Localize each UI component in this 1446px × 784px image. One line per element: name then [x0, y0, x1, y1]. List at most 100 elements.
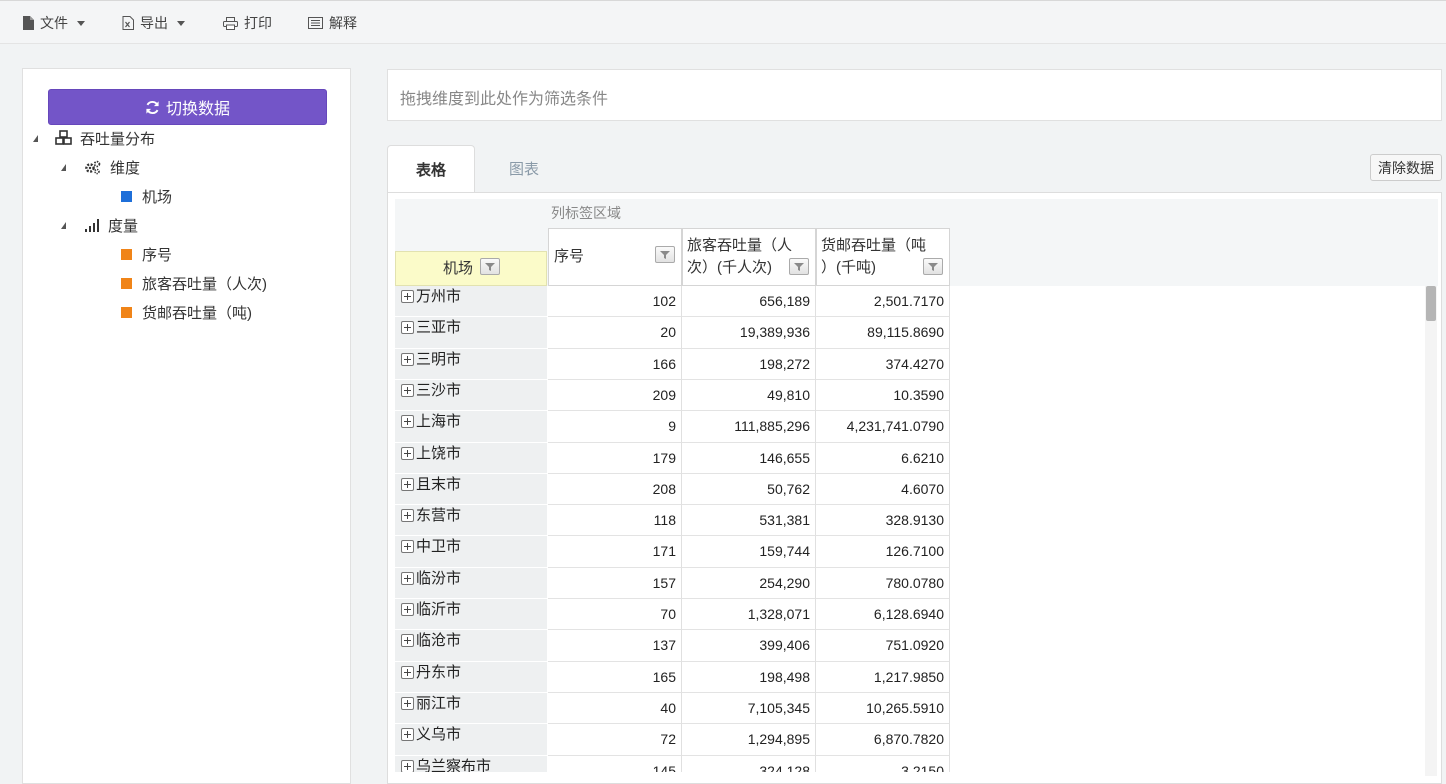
table-cell: 6,870.7820	[816, 724, 950, 756]
filter-icon[interactable]	[789, 258, 809, 275]
table-row-header[interactable]: 三沙市	[395, 380, 547, 411]
table-cell: 50,762	[682, 474, 816, 505]
filter-drop-zone[interactable]: 拖拽维度到此处作为筛选条件	[387, 69, 1442, 121]
expand-plus-icon[interactable]	[401, 572, 414, 585]
expand-plus-icon[interactable]	[401, 290, 414, 303]
table-cell: 1,328,071	[682, 599, 816, 630]
filter-icon[interactable]	[655, 246, 675, 263]
tree-root[interactable]: 吞吐量分布	[33, 127, 155, 149]
dimension-group[interactable]: 维度	[61, 156, 140, 178]
refresh-icon	[146, 100, 159, 114]
table-cell: 6.6210	[816, 443, 950, 474]
column-header-label-2: ）(千吨)	[821, 259, 876, 276]
signal-bars-icon	[85, 219, 99, 232]
row-label: 丽江市	[416, 695, 462, 712]
tab-chart[interactable]: 图表	[480, 145, 568, 192]
table-row-header[interactable]: 丽江市	[395, 693, 547, 724]
clear-data-button[interactable]: 清除数据	[1370, 154, 1442, 181]
measure-group[interactable]: 度量	[61, 214, 138, 236]
top-toolbar: 文件 导出 打印 解释	[0, 0, 1446, 44]
collapse-triangle-icon[interactable]	[61, 163, 66, 171]
table-cell: 656,189	[682, 286, 816, 317]
table-cell: 10,265.5910	[816, 693, 950, 724]
table-cell: 89,115.8690	[816, 317, 950, 349]
expand-plus-icon[interactable]	[401, 666, 414, 679]
dimension-item-label: 机场	[142, 188, 173, 206]
table-row-header[interactable]: 丹东市	[395, 662, 547, 693]
export-menu[interactable]: 导出	[122, 13, 185, 33]
row-label: 三沙市	[416, 382, 462, 399]
table-row-header[interactable]: 东营市	[395, 505, 547, 536]
expand-plus-icon[interactable]	[401, 760, 414, 772]
expand-plus-icon[interactable]	[401, 353, 414, 366]
expand-plus-icon[interactable]	[401, 384, 414, 397]
row-label: 中卫市	[416, 538, 462, 555]
switch-data-button[interactable]: 切换数据	[48, 89, 327, 125]
measure-item[interactable]: 序号	[121, 243, 172, 265]
table-cell: 2,501.7170	[816, 286, 950, 317]
expand-plus-icon[interactable]	[401, 415, 414, 428]
table-cell: 6,128.6940	[816, 599, 950, 630]
collapse-triangle-icon[interactable]	[33, 134, 38, 142]
table-cell: 146,655	[682, 443, 816, 474]
table-row-header[interactable]: 且末市	[395, 474, 547, 505]
table-cell: 208	[548, 474, 682, 505]
explain-button[interactable]: 解释	[308, 13, 357, 33]
export-menu-label: 导出	[140, 15, 168, 31]
table-row-header[interactable]: 三亚市	[395, 317, 547, 349]
table-cell: 137	[548, 630, 682, 662]
expand-plus-icon[interactable]	[401, 697, 414, 710]
row-header-airport[interactable]: 机场	[395, 251, 547, 286]
table-row-header[interactable]: 临沧市	[395, 630, 547, 662]
expand-plus-icon[interactable]	[401, 321, 414, 334]
table-cell: 19,389,936	[682, 317, 816, 349]
table-cell: 145	[548, 756, 682, 772]
table-row-header[interactable]: 乌兰察布市	[395, 756, 547, 772]
table-cell: 179	[548, 443, 682, 474]
measure-item-label: 货邮吞吐量（吨)	[142, 304, 252, 322]
table-row-header[interactable]: 上饶市	[395, 443, 547, 474]
chevron-down-icon	[77, 20, 85, 26]
vertical-scrollbar[interactable]	[1425, 286, 1437, 776]
filter-icon[interactable]	[480, 258, 500, 275]
row-label: 上饶市	[416, 445, 462, 462]
column-header[interactable]: 序号	[548, 228, 682, 286]
scrollbar-thumb[interactable]	[1426, 286, 1436, 321]
table-row-header[interactable]: 义乌市	[395, 724, 547, 756]
table-cell: 102	[548, 286, 682, 317]
table-row-header[interactable]: 万州市	[395, 286, 547, 317]
dimension-square-icon	[121, 190, 132, 202]
expand-plus-icon[interactable]	[401, 634, 414, 647]
expand-plus-icon[interactable]	[401, 509, 414, 522]
expand-plus-icon[interactable]	[401, 447, 414, 460]
tab-table[interactable]: 表格	[387, 145, 475, 192]
table-row-header[interactable]: 临汾市	[395, 568, 547, 599]
dimension-item[interactable]: 机场	[121, 185, 172, 207]
filter-icon[interactable]	[923, 258, 943, 275]
expand-plus-icon[interactable]	[401, 478, 414, 491]
column-header[interactable]: 旅客吞吐量（人 次）(千人次)	[682, 228, 816, 286]
collapse-triangle-icon[interactable]	[61, 221, 66, 229]
table-cell: 3.2150	[816, 756, 950, 772]
table-row-header[interactable]: 上海市	[395, 411, 547, 443]
table-cell: 780.0780	[816, 568, 950, 599]
measure-item[interactable]: 旅客吞吐量（人次)	[121, 272, 267, 294]
column-header-label: 序号	[554, 248, 585, 265]
row-label: 乌兰察布市	[416, 758, 492, 772]
expand-plus-icon[interactable]	[401, 728, 414, 741]
dimension-group-label: 维度	[110, 159, 141, 177]
table-row-header[interactable]: 三明市	[395, 349, 547, 380]
tab-chart-label: 图表	[508, 161, 539, 178]
table-cell: 118	[548, 505, 682, 536]
print-button[interactable]: 打印	[223, 13, 272, 33]
table-cell: 4,231,741.0790	[816, 411, 950, 443]
table-row-header[interactable]: 临沂市	[395, 599, 547, 630]
expand-plus-icon[interactable]	[401, 603, 414, 616]
file-menu[interactable]: 文件	[22, 13, 85, 33]
data-source-panel: 切换数据 吞吐量分布 维度 机场 度量 序号 旅客吞吐量（人次) 货邮吞吐量（吨…	[22, 68, 351, 784]
column-header[interactable]: 货邮吞吐量（吨 ）(千吨)	[816, 228, 950, 286]
filter-placeholder: 拖拽维度到此处作为筛选条件	[400, 91, 609, 108]
expand-plus-icon[interactable]	[401, 540, 414, 553]
table-row-header[interactable]: 中卫市	[395, 536, 547, 568]
measure-item[interactable]: 货邮吞吐量（吨)	[121, 301, 252, 323]
